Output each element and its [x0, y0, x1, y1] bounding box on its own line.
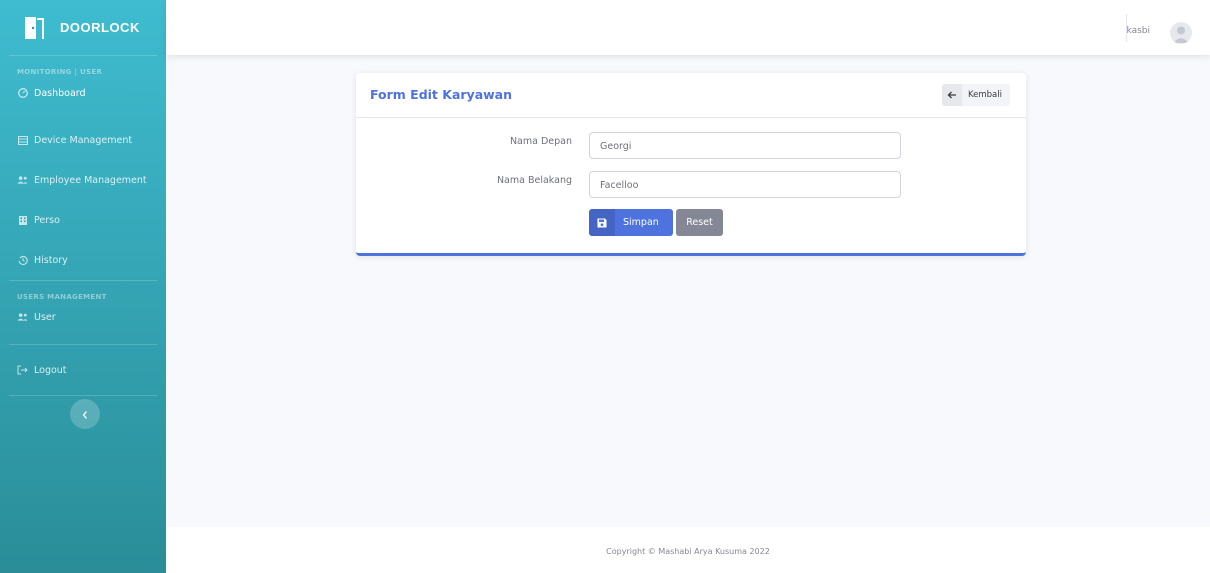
history-icon — [17, 255, 28, 266]
topbar: kasbi — [166, 0, 1210, 55]
chevron-left-icon — [81, 405, 89, 424]
first-name-field[interactable]: Georgi — [589, 132, 901, 159]
sidebar-item-label: Employee Management — [34, 174, 147, 186]
section-heading-users: USERS MANAGEMENT — [17, 293, 107, 301]
section-heading-monitoring: MONITORING | USER — [17, 68, 103, 76]
sidebar-item-label: Perso — [34, 214, 60, 226]
card-header: Form Edit Karyawan Kembali — [356, 73, 1026, 118]
back-button[interactable]: Kembali — [942, 84, 1010, 106]
sidebar-item-label: Logout — [34, 364, 67, 376]
sidebar: DOORLOCK MONITORING | USER Dashboard Dev… — [0, 0, 166, 573]
first-name-label: Nama Depan — [509, 136, 572, 147]
user-name[interactable]: kasbi — [1127, 26, 1150, 36]
sidebar-item-label: User — [34, 311, 56, 323]
sidebar-item-dashboard[interactable]: Dashboard — [0, 81, 166, 105]
sidebar-item-logout[interactable]: Logout — [0, 345, 166, 395]
brand-link[interactable]: DOORLOCK — [0, 0, 166, 55]
sidebar-item-history[interactable]: History — [0, 240, 166, 280]
edit-employee-card: Form Edit Karyawan Kembali Nama Depan Ge… — [356, 73, 1026, 256]
brand-name: DOORLOCK — [60, 20, 140, 35]
save-button[interactable]: Simpan — [589, 209, 673, 236]
logout-icon — [17, 365, 28, 376]
footer: Copyright © Mashabi Arya Kusuma 2022 — [166, 527, 1210, 573]
sidebar-item-user[interactable]: User — [0, 306, 166, 328]
users-icon — [17, 175, 28, 186]
sidebar-item-label: Dashboard — [34, 87, 86, 99]
floppy-disk-icon — [589, 209, 615, 236]
sidebar-item-device-management[interactable]: Device Management — [0, 120, 166, 160]
last-name-field[interactable]: Facelloo — [589, 171, 901, 198]
sidebar-item-label: History — [34, 254, 68, 266]
sidebar-toggle-button[interactable] — [70, 399, 100, 429]
sidebar-item-perso[interactable]: Perso — [0, 200, 166, 240]
sidebar-item-employee-management[interactable]: Employee Management — [0, 160, 166, 200]
copyright-text: Copyright © Mashabi Arya Kusuma 2022 — [606, 547, 770, 556]
reset-button-label: Reset — [686, 217, 713, 228]
reset-button[interactable]: Reset — [676, 209, 723, 236]
sidebar-divider — [9, 395, 157, 396]
users-icon — [17, 312, 28, 323]
arrow-left-icon — [942, 84, 962, 106]
dashboard-icon — [17, 88, 28, 99]
last-name-label: Nama Belakang — [496, 175, 572, 186]
back-button-label: Kembali — [968, 90, 1002, 100]
door-icon — [24, 16, 46, 40]
first-name-row: Nama Depan Georgi — [356, 132, 1026, 160]
avatar[interactable] — [1170, 22, 1192, 44]
sidebar-item-label: Device Management — [34, 134, 133, 146]
page-title: Form Edit Karyawan — [370, 87, 513, 102]
save-button-label: Simpan — [623, 217, 659, 228]
table-icon — [17, 135, 28, 146]
last-name-row: Nama Belakang Facelloo — [356, 171, 1026, 199]
building-icon — [17, 215, 28, 226]
